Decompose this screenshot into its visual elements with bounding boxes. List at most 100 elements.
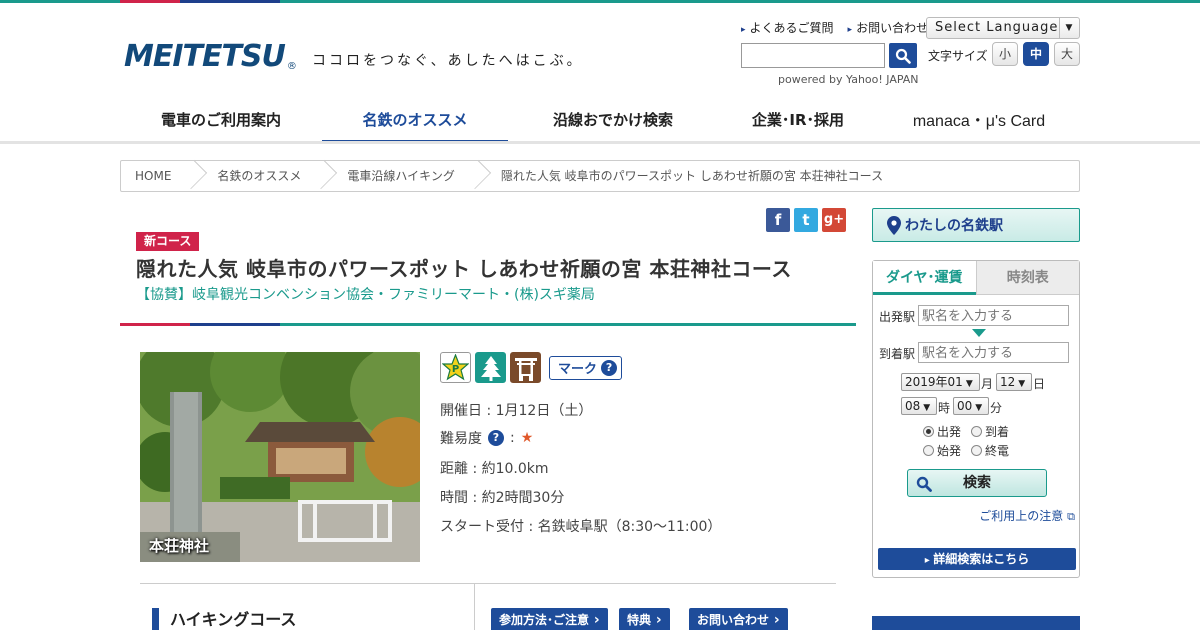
title-underline — [120, 323, 856, 326]
chevron-down-icon: ▼ — [1018, 379, 1026, 389]
twitter-icon[interactable]: t — [794, 208, 818, 232]
difficulty-row: 難易度 ? : ★ — [440, 428, 533, 448]
shrine-gate-icon — [510, 352, 541, 383]
sponsor-text: 【協賛】岐阜観光コンベンション協会・ファミリーマート・(株)スギ薬局 — [136, 287, 595, 303]
fontsize-large-button[interactable]: 大 — [1054, 42, 1080, 66]
mark-help-label: マーク — [558, 362, 598, 377]
nav-outing-search[interactable]: 沿線おでかけ検索 — [508, 94, 718, 144]
radio-dot — [971, 445, 982, 456]
mark-help-button[interactable]: マーク ? — [549, 355, 623, 380]
language-select[interactable]: Select Language ▼ — [926, 17, 1080, 39]
shrine-illustration — [140, 352, 420, 562]
radio-first-train[interactable]: 始発 — [923, 442, 961, 459]
chevron-down-icon: ▼ — [923, 403, 931, 413]
utility-links: よくあるご質問 お問い合わせ — [741, 19, 929, 36]
radio-arrival-label: 到着 — [985, 425, 1010, 439]
svg-text:P: P — [452, 364, 459, 375]
section-divider — [140, 583, 836, 584]
route-search-label: 検索 — [963, 475, 991, 491]
duration: 時間 : 約2時間30分 — [440, 490, 565, 506]
radio-dot — [923, 445, 934, 456]
minute-value: 00 — [957, 399, 973, 413]
fontsize-small-button[interactable]: 小 — [992, 42, 1018, 66]
nav-manaca[interactable]: manaca・μ's Card — [878, 94, 1080, 144]
breadcrumb-current: 隠れた人気 岐阜市のパワースポット しあわせ祈願の宮 本荘神社コース — [500, 169, 884, 183]
difficulty-stars: ★ — [520, 430, 534, 446]
difficulty-label: 難易度 — [440, 431, 482, 447]
difficulty-separator: : — [510, 430, 515, 446]
fontsize-medium-button[interactable]: 中 — [1023, 42, 1049, 66]
page-title: 隠れた人気 岐阜市のパワースポット しあわせ祈願の宮 本荘神社コース — [136, 257, 792, 281]
radio-last-train[interactable]: 終電 — [971, 442, 1009, 459]
shrine-photo: 本荘神社 — [140, 352, 420, 562]
tab-timetable[interactable]: 時刻表 — [975, 261, 1079, 295]
tree-icon — [475, 352, 506, 383]
google-plus-icon[interactable]: g+ — [822, 208, 846, 232]
radio-first-train-label: 始発 — [937, 444, 962, 458]
route-search-tabs: ダイヤ･運賃 時刻表 — [873, 261, 1079, 295]
sidebar-next-panel — [872, 616, 1080, 630]
breadcrumb-recommend[interactable]: 名鉄のオススメ — [199, 161, 317, 191]
powered-by: powered by Yahoo! JAPAN — [778, 73, 919, 86]
year-month-select[interactable]: 2019年01 ▼ — [901, 373, 980, 391]
question-icon[interactable]: ? — [488, 430, 504, 446]
faq-link[interactable]: よくあるご質問 — [741, 19, 834, 36]
language-select-label: Select Language — [935, 20, 1059, 35]
new-course-badge: 新コース — [136, 232, 200, 251]
minute-select[interactable]: 00 ▼ — [953, 397, 989, 415]
benefits-button[interactable]: 特典 — [619, 608, 670, 630]
month-unit: 月 — [981, 377, 994, 391]
participation-button[interactable]: 参加方法･ご注意 — [491, 608, 608, 630]
to-station-input[interactable] — [918, 342, 1069, 363]
logo-wordmark: MEITETSU — [124, 39, 286, 74]
hour-unit: 時 — [938, 401, 951, 415]
tab-fare[interactable]: ダイヤ･運賃 — [873, 261, 976, 295]
top-accent-bar — [0, 0, 1200, 3]
route-search-button[interactable]: 検索 — [907, 469, 1047, 497]
start-reception: スタート受付 : 名鉄岐阜駅（8:30～11:00） — [440, 519, 722, 535]
hour-value: 08 — [905, 399, 921, 413]
day-value: 12 — [1000, 375, 1016, 389]
radio-arrival[interactable]: 到着 — [971, 423, 1009, 440]
detail-search-button[interactable]: 詳細検索はこちら — [878, 548, 1076, 570]
usage-notice-link[interactable]: ご利用上の注意 ⧉ — [979, 507, 1075, 524]
nav-corporate[interactable]: 企業･IR･採用 — [718, 94, 878, 144]
hiking-course-heading: ハイキングコース — [152, 608, 296, 630]
column-divider — [474, 584, 475, 630]
location-pin-icon — [887, 216, 901, 235]
breadcrumb-hiking[interactable]: 電車沿線ハイキング — [329, 161, 470, 191]
my-station-label: わたしの名鉄駅 — [905, 218, 1003, 234]
day-select[interactable]: 12 ▼ — [996, 373, 1032, 391]
chevron-down-icon: ▼ — [1059, 18, 1079, 38]
contact-link[interactable]: お問い合わせ — [848, 19, 928, 36]
site-search-input[interactable] — [741, 43, 885, 68]
to-station-label: 到着駅 — [879, 347, 916, 361]
hour-select[interactable]: 08 ▼ — [901, 397, 937, 415]
radio-dot — [923, 426, 934, 437]
global-nav: 電車のご利用案内 名鉄のオススメ 沿線おでかけ検索 企業･IR･採用 manac… — [120, 94, 1080, 144]
distance: 距離 : 約10.0km — [440, 461, 549, 477]
chevron-down-icon: ▼ — [975, 403, 983, 413]
minute-unit: 分 — [990, 401, 1003, 415]
radio-last-train-label: 終電 — [985, 444, 1010, 458]
fontsize-label: 文字サイズ — [928, 49, 988, 63]
radio-dot — [971, 426, 982, 437]
external-link-icon: ⧉ — [1067, 510, 1075, 523]
day-unit: 日 — [1033, 377, 1046, 391]
inquiry-button[interactable]: お問い合わせ — [689, 608, 788, 630]
facebook-icon[interactable]: f — [766, 208, 790, 232]
course-marks: P マーク ? — [440, 352, 623, 383]
event-date: 開催日 : 1月12日（土） — [440, 403, 593, 419]
usage-notice-label: ご利用上の注意 — [979, 509, 1064, 523]
social-share: f t g+ — [766, 208, 846, 232]
nav-train-guide[interactable]: 電車のご利用案内 — [120, 94, 322, 144]
my-station-button[interactable]: わたしの名鉄駅 — [872, 208, 1080, 242]
radio-departure[interactable]: 出発 — [923, 423, 961, 440]
from-station-input[interactable] — [918, 305, 1069, 326]
year-month-value: 2019年01 — [905, 375, 963, 389]
meitetsu-logo[interactable]: MEITETSU ® — [124, 24, 297, 74]
nav-recommend[interactable]: 名鉄のオススメ — [322, 94, 508, 144]
site-search-button[interactable] — [889, 43, 917, 68]
photo-caption: 本荘神社 — [149, 537, 210, 555]
search-icon — [916, 476, 932, 492]
